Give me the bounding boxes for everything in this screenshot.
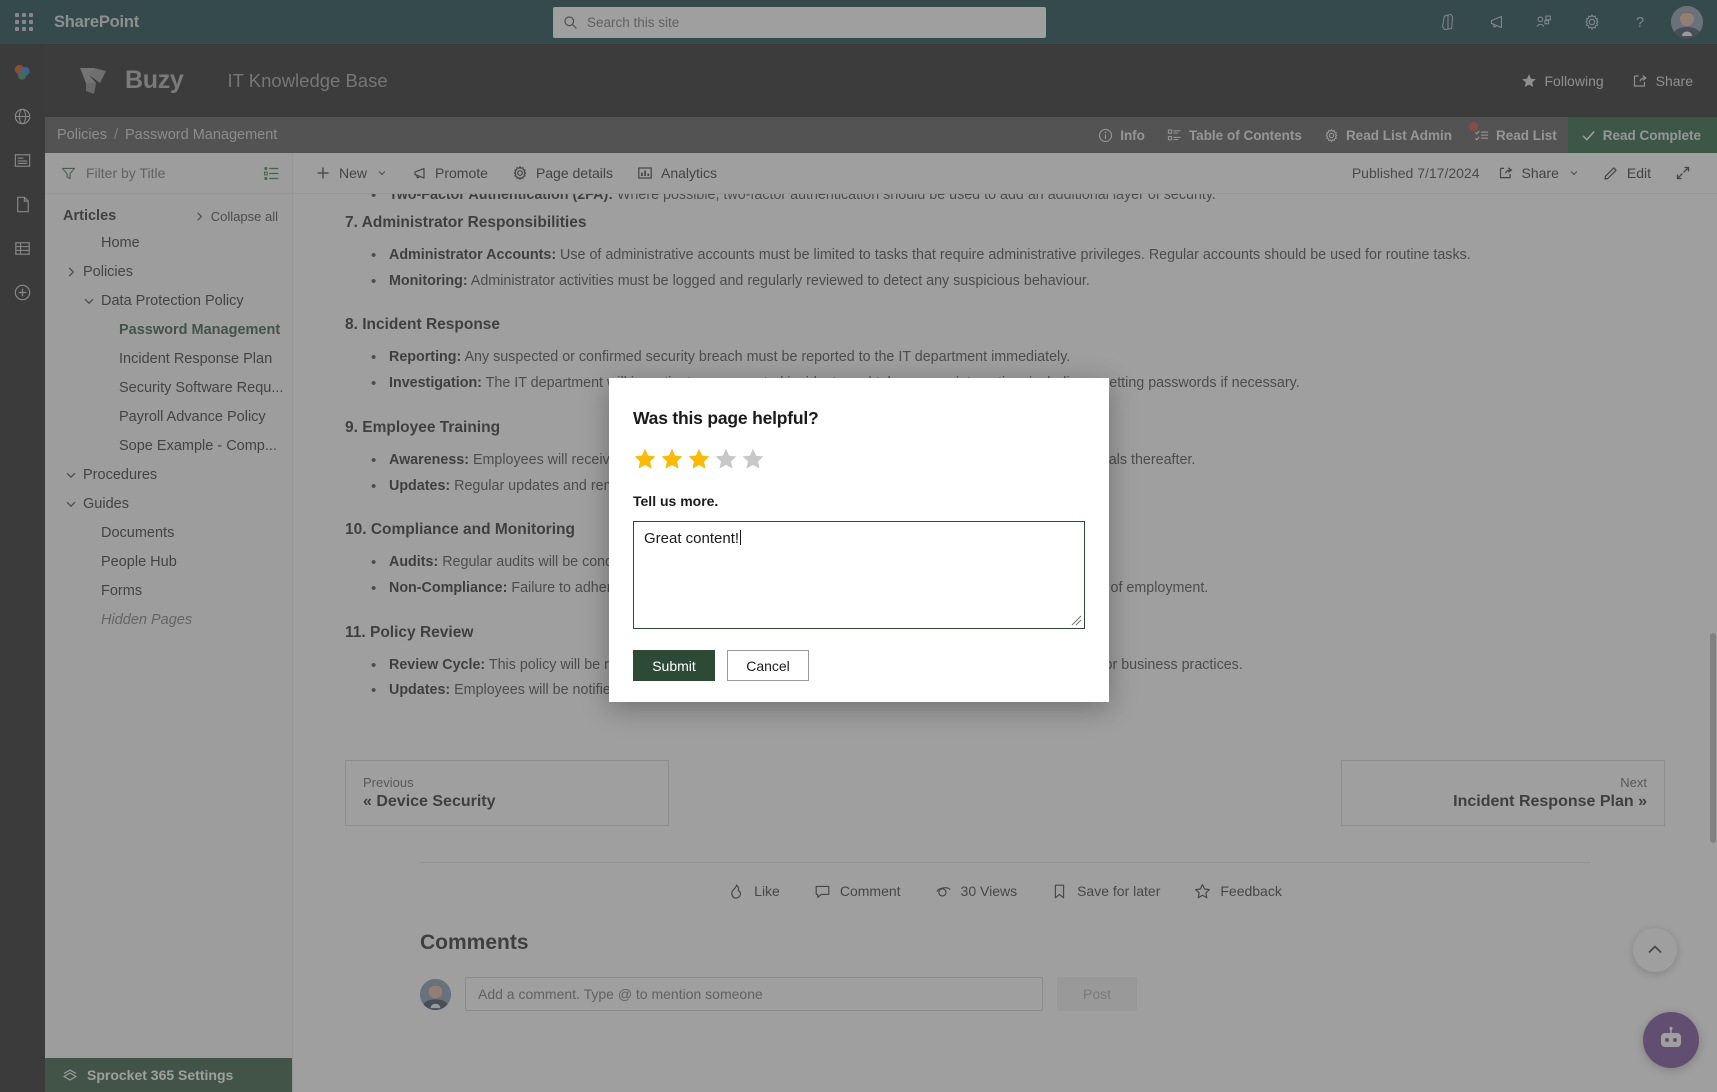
feedback-modal: Was this page helpful? Tell us more. Gre… xyxy=(609,378,1109,702)
cancel-button[interactable]: Cancel xyxy=(727,650,809,681)
submit-button[interactable]: Submit xyxy=(633,650,715,681)
app-root: SharePoint Search this site xyxy=(0,0,1717,1092)
star-icon-3[interactable] xyxy=(687,447,711,471)
modal-actions: Submit Cancel xyxy=(633,650,1085,681)
feedback-text: Great content! xyxy=(644,530,740,547)
resize-grip-icon[interactable] xyxy=(1071,615,1082,626)
text-cursor xyxy=(740,530,742,545)
star-icon-5[interactable] xyxy=(741,447,765,471)
star-icon-1[interactable] xyxy=(633,447,657,471)
star-icon-4[interactable] xyxy=(714,447,738,471)
feedback-textarea[interactable]: Great content! xyxy=(633,521,1085,629)
star-icon-2[interactable] xyxy=(660,447,684,471)
rating-stars[interactable] xyxy=(633,447,1085,471)
tell-us-more-label: Tell us more. xyxy=(633,493,719,509)
modal-title: Was this page helpful? xyxy=(633,408,819,428)
